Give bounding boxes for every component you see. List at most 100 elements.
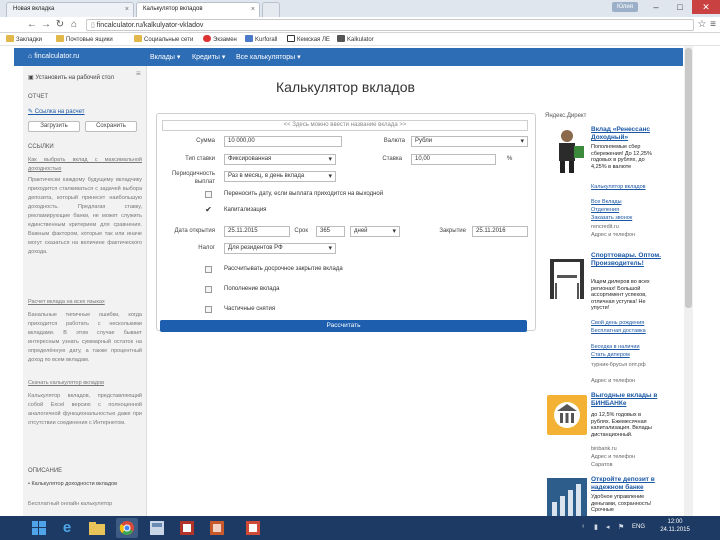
ad1-contact[interactable]: Адрес и телефон [591, 232, 661, 239]
app-icon[interactable] [176, 518, 198, 538]
minimize-button[interactable]: – [644, 0, 668, 14]
nav-credits[interactable]: Кредиты ▾ [192, 53, 225, 61]
ad1-figure-icon [547, 128, 587, 174]
early-close-checkbox[interactable] [205, 266, 212, 273]
reload-icon[interactable]: ↻ [54, 18, 66, 31]
ad2-link[interactable]: Стать дилером [591, 352, 661, 359]
bookmark-item[interactable]: Kalkulator [337, 35, 374, 43]
ad4-chart-icon [547, 478, 587, 516]
ad1-domain: rencredit.ru [591, 224, 619, 230]
menu-icon[interactable]: ≡ [707, 18, 719, 31]
browser-tab-calculator[interactable]: Калькулятор вкладов × [136, 2, 260, 17]
ad1-link[interactable]: Калькулятор вкладов [591, 184, 661, 191]
ad4-title[interactable]: Откройте депозит в надежном банке [591, 476, 661, 492]
app-icon[interactable] [242, 518, 264, 538]
link-choose-deposit[interactable]: Как выбрать вклад с максимальной доходно… [28, 156, 142, 174]
language-indicator[interactable]: ENG [632, 524, 645, 530]
bookmark-item[interactable]: Закладки [6, 35, 42, 43]
save-button[interactable]: Сохранить [85, 121, 137, 132]
ad3-contact[interactable]: Адрес и телефон [591, 454, 661, 461]
open-date-input[interactable]: 25.11.2015 [224, 226, 290, 237]
nav-all-calculators[interactable]: Все калькуляторы ▾ [236, 53, 301, 61]
forward-arrow-icon[interactable]: → [40, 18, 52, 31]
link-download-calculator[interactable]: Скачать калькулятор вкладов [28, 379, 142, 388]
ie-icon[interactable]: e [56, 518, 78, 538]
topup-label: Пополнение вклада [224, 286, 280, 292]
back-arrow-icon[interactable]: ← [26, 18, 38, 31]
link-icon: ✎ [28, 109, 35, 115]
paragraph-download: Калькулятор вкладов, представляющий собо… [28, 393, 142, 426]
bookmark-item[interactable]: Kurforall [245, 35, 277, 43]
partial-withdraw-checkbox[interactable] [205, 306, 212, 313]
site-logo[interactable]: ⌂ fincalculator.ru [28, 53, 79, 60]
profile-badge[interactable]: Юлия [612, 2, 638, 12]
paragraph-choose-deposit: Практически каждому будущему вкладчику п… [28, 177, 142, 255]
desktop-install-link[interactable]: ▣ Установить на рабочий стол [28, 74, 114, 81]
term-input[interactable]: 365 [316, 226, 345, 237]
ad1-link[interactable]: Отделения [591, 207, 661, 214]
address-text: fincalculator.ru/kalkulyator-vkladov [96, 22, 204, 29]
links-header: ССЫЛКИ [28, 144, 54, 150]
taskbar-clock[interactable]: 12:00 24.11.2015 [650, 518, 700, 534]
currency-select[interactable]: Рубли [411, 136, 528, 147]
link-all-languages[interactable]: Расчет вклада на всех языках [28, 298, 142, 307]
deposit-search-input[interactable]: << Здесь можно ввести название вклада >> [162, 120, 528, 131]
rate-type-select[interactable]: Фиксированная [224, 154, 336, 165]
explorer-folder-icon[interactable] [86, 518, 108, 538]
rate-input[interactable]: 10,00 [411, 154, 496, 165]
volume-icon[interactable]: ◂ [606, 523, 610, 531]
app-icon[interactable] [206, 518, 228, 538]
bookmarks-bar: Закладки Почтовые ящики Социальные сети … [0, 33, 720, 46]
ad2-link[interactable]: Бесплатная доставка [591, 328, 661, 335]
address-row: ← → ↻ ⌂ ▯ fincalculator.ru/kalkulyator-v… [0, 17, 720, 33]
folder-icon [56, 35, 64, 42]
bookmark-item[interactable]: Почтовые ящики [56, 35, 113, 43]
calculate-button[interactable]: Рассчитать [160, 320, 527, 332]
close-date-input[interactable]: 25.11.2016 [472, 226, 528, 237]
network-icon[interactable]: ▮ [594, 523, 598, 531]
ad1-link[interactable]: Заказать звонок [591, 215, 661, 222]
tax-label: Налог [198, 245, 215, 251]
folder-icon [134, 35, 142, 42]
link-to-calculation[interactable]: ✎ Ссылка на расчет [28, 108, 85, 115]
bookmark-item[interactable]: Социальные сети [134, 35, 193, 43]
ad1-title[interactable]: Вклад «Ренессанс Доходный» [591, 126, 661, 142]
partial-withdraw-label: Частичные снятия [224, 306, 276, 312]
bookmark-item[interactable]: Экзамен [203, 35, 237, 43]
load-button[interactable]: Загрузить [28, 121, 80, 132]
app-icon[interactable] [146, 518, 168, 538]
report-header: ОТЧЕТ [28, 94, 48, 100]
address-bar[interactable]: ▯ fincalculator.ru/kalkulyator-vkladov [86, 19, 694, 31]
ad2-link[interactable]: Свой день рождения [591, 320, 661, 327]
ad3-title[interactable]: Выгодные вклады в БИНБАНКе [591, 392, 661, 408]
chrome-icon[interactable] [116, 518, 138, 538]
ad2-link[interactable]: Беседка в наличии [591, 344, 661, 351]
maximize-button[interactable]: □ [668, 0, 692, 14]
ad2-title[interactable]: Спорттовары. Оптом. Производитель! [591, 252, 661, 268]
period-select[interactable]: Раз в месяц, в день вклада [224, 171, 336, 182]
ad3-domain: binbank.ru [591, 446, 617, 452]
topup-checkbox[interactable] [205, 286, 212, 293]
browser-tab-new[interactable]: Новая вкладка × [6, 2, 134, 17]
new-tab-button[interactable] [262, 2, 280, 17]
flag-icon[interactable]: ⚑ [618, 523, 624, 531]
ad2-contact[interactable]: Адрес и телефон [591, 378, 661, 385]
close-tab-icon[interactable]: × [251, 6, 255, 13]
nav-deposits[interactable]: Вклады ▾ [150, 53, 180, 61]
home-icon[interactable]: ⌂ [68, 18, 80, 31]
paragraph-all-languages: Банальные типичные ошибки, когда приходи… [28, 312, 142, 363]
tax-select[interactable]: Для резидентов РФ [224, 243, 336, 254]
scrollbar-thumb[interactable] [685, 48, 692, 308]
weekend-checkbox[interactable] [205, 191, 212, 198]
sum-input[interactable]: 10 000,00 [224, 136, 342, 147]
term-unit-select[interactable]: дней [350, 226, 400, 237]
close-window-button[interactable]: ✕ [692, 0, 720, 14]
rate-label: Ставка [382, 156, 402, 162]
ad1-link[interactable]: Все Вклады [591, 199, 661, 206]
close-tab-icon[interactable]: × [125, 6, 129, 13]
bookmark-item[interactable]: Кемская ЛЕ [287, 35, 330, 43]
windows-start-icon[interactable] [28, 518, 50, 538]
drag-handle-icon[interactable]: ≡ [136, 69, 141, 78]
capitalization-checkbox[interactable]: ✔ [205, 206, 212, 214]
tray-arrow-icon[interactable]: ‹ [582, 523, 584, 530]
